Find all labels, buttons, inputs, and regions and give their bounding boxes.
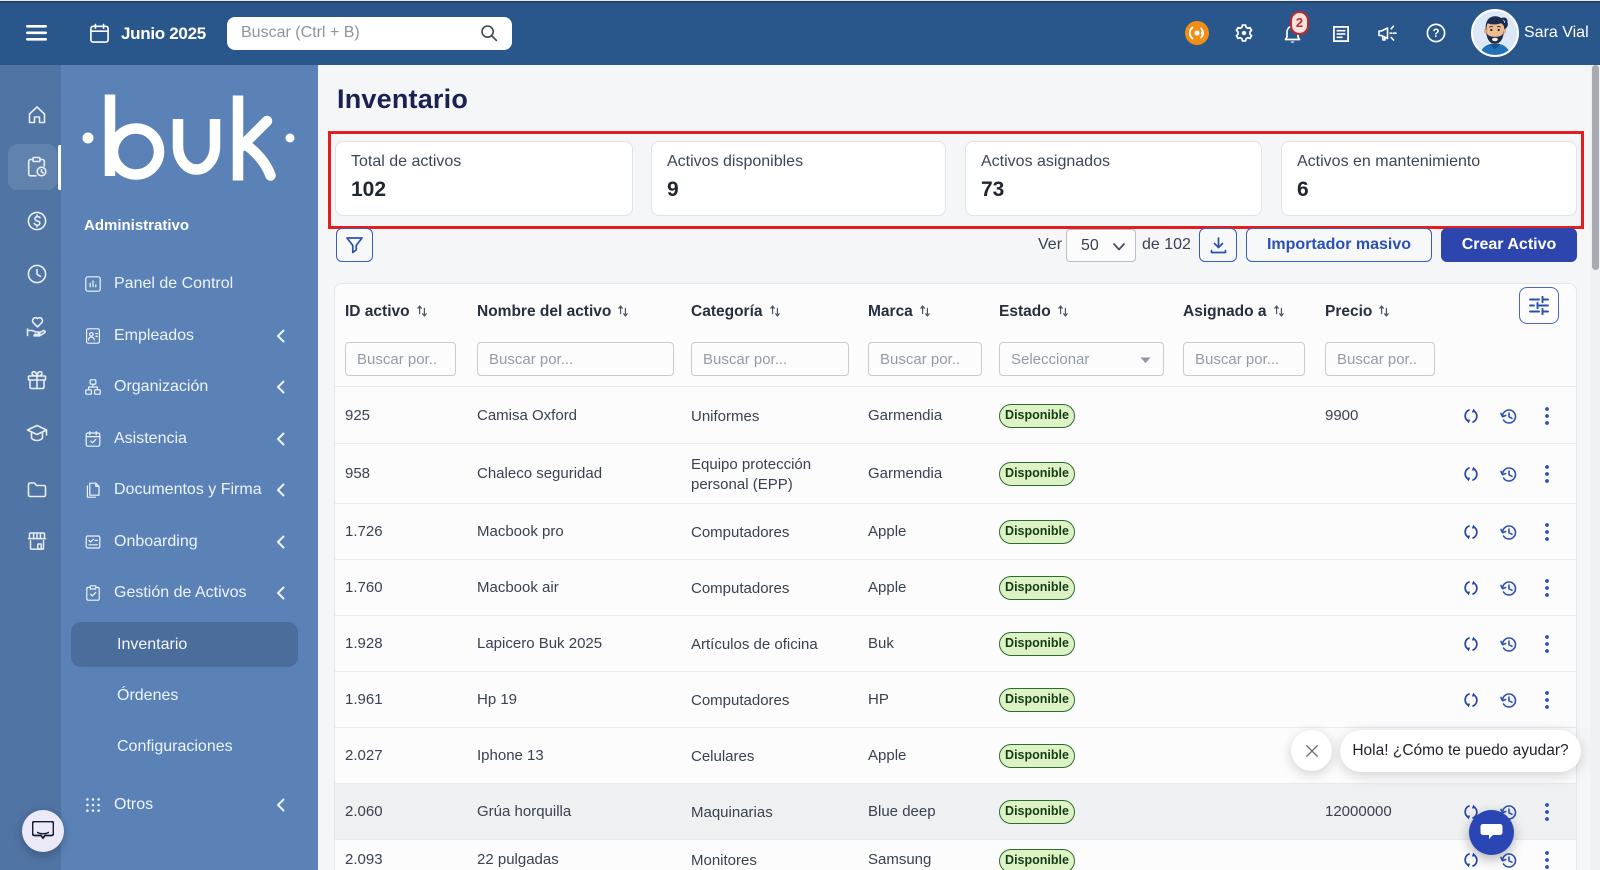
svg-text:?: ? — [1432, 28, 1439, 40]
